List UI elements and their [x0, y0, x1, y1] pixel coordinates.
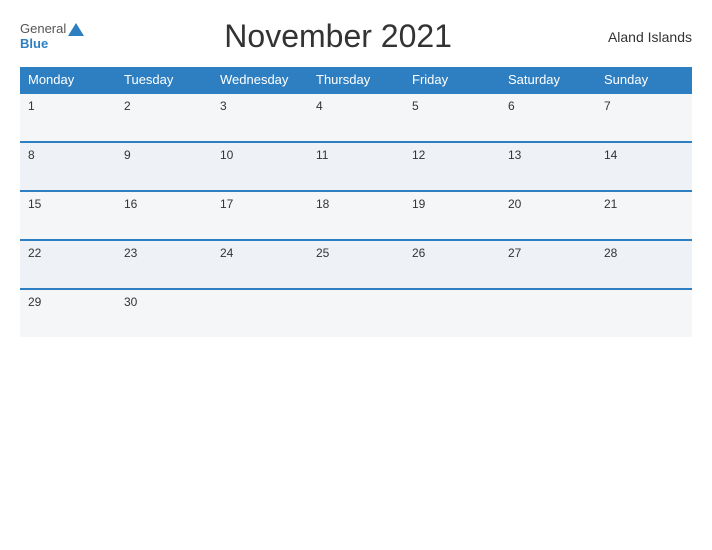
logo-blue-text: Blue — [20, 37, 84, 51]
calendar-header: General Blue November 2021 Aland Islands — [20, 18, 692, 55]
calendar-day-cell — [308, 289, 404, 337]
day-number: 6 — [508, 99, 515, 113]
day-number: 14 — [604, 148, 617, 162]
calendar-day-cell: 22 — [20, 240, 116, 289]
calendar-week-row: 22 23 24 25 26 27 28 — [20, 240, 692, 289]
day-number: 5 — [412, 99, 419, 113]
calendar-day-cell: 23 — [116, 240, 212, 289]
day-number: 2 — [124, 99, 131, 113]
day-number: 18 — [316, 197, 329, 211]
calendar-day-cell: 29 — [20, 289, 116, 337]
calendar-day-cell — [404, 289, 500, 337]
weekday-header-saturday: Saturday — [500, 67, 596, 93]
calendar-day-cell: 8 — [20, 142, 116, 191]
weekday-header-tuesday: Tuesday — [116, 67, 212, 93]
day-number: 7 — [604, 99, 611, 113]
day-number: 30 — [124, 295, 137, 309]
calendar-day-cell: 25 — [308, 240, 404, 289]
calendar-day-cell: 2 — [116, 93, 212, 142]
calendar-day-cell: 28 — [596, 240, 692, 289]
day-number: 25 — [316, 246, 329, 260]
weekday-header-row: MondayTuesdayWednesdayThursdayFridaySatu… — [20, 67, 692, 93]
day-number: 12 — [412, 148, 425, 162]
calendar-day-cell: 9 — [116, 142, 212, 191]
weekday-header-thursday: Thursday — [308, 67, 404, 93]
calendar-day-cell: 5 — [404, 93, 500, 142]
day-number: 19 — [412, 197, 425, 211]
calendar-week-row: 15 16 17 18 19 20 21 — [20, 191, 692, 240]
day-number: 4 — [316, 99, 323, 113]
day-number: 24 — [220, 246, 233, 260]
calendar-day-cell: 16 — [116, 191, 212, 240]
calendar-day-cell: 20 — [500, 191, 596, 240]
calendar-day-cell: 11 — [308, 142, 404, 191]
calendar-grid: MondayTuesdayWednesdayThursdayFridaySatu… — [20, 67, 692, 337]
calendar-day-cell: 19 — [404, 191, 500, 240]
calendar-week-row: 8 9 10 11 12 13 14 — [20, 142, 692, 191]
month-title: November 2021 — [84, 18, 592, 55]
day-number: 11 — [316, 148, 328, 162]
day-number: 3 — [220, 99, 227, 113]
calendar-day-cell — [596, 289, 692, 337]
calendar-day-cell: 1 — [20, 93, 116, 142]
logo-triangle-icon — [68, 23, 84, 36]
region-label: Aland Islands — [592, 29, 692, 45]
weekday-header-wednesday: Wednesday — [212, 67, 308, 93]
day-number: 29 — [28, 295, 41, 309]
calendar-day-cell: 10 — [212, 142, 308, 191]
weekday-header-sunday: Sunday — [596, 67, 692, 93]
day-number: 13 — [508, 148, 521, 162]
day-number: 10 — [220, 148, 233, 162]
logo: General Blue — [20, 22, 84, 51]
day-number: 28 — [604, 246, 617, 260]
calendar-week-row: 29 30 — [20, 289, 692, 337]
calendar-container: General Blue November 2021 Aland Islands… — [0, 0, 712, 550]
calendar-day-cell: 7 — [596, 93, 692, 142]
calendar-day-cell: 15 — [20, 191, 116, 240]
day-number: 16 — [124, 197, 137, 211]
day-number: 8 — [28, 148, 35, 162]
calendar-day-cell: 4 — [308, 93, 404, 142]
calendar-day-cell: 3 — [212, 93, 308, 142]
calendar-week-row: 1 2 3 4 5 6 7 — [20, 93, 692, 142]
calendar-day-cell: 17 — [212, 191, 308, 240]
day-number: 21 — [604, 197, 617, 211]
calendar-day-cell: 26 — [404, 240, 500, 289]
day-number: 9 — [124, 148, 131, 162]
day-number: 17 — [220, 197, 233, 211]
calendar-day-cell — [500, 289, 596, 337]
calendar-day-cell: 12 — [404, 142, 500, 191]
calendar-day-cell: 21 — [596, 191, 692, 240]
day-number: 23 — [124, 246, 137, 260]
day-number: 22 — [28, 246, 41, 260]
calendar-day-cell: 24 — [212, 240, 308, 289]
day-number: 26 — [412, 246, 425, 260]
calendar-day-cell: 30 — [116, 289, 212, 337]
logo-general-text: General — [20, 22, 66, 36]
calendar-day-cell — [212, 289, 308, 337]
weekday-header-monday: Monday — [20, 67, 116, 93]
calendar-day-cell: 13 — [500, 142, 596, 191]
calendar-day-cell: 6 — [500, 93, 596, 142]
day-number: 15 — [28, 197, 41, 211]
day-number: 20 — [508, 197, 521, 211]
calendar-day-cell: 14 — [596, 142, 692, 191]
day-number: 27 — [508, 246, 521, 260]
calendar-day-cell: 27 — [500, 240, 596, 289]
weekday-header-friday: Friday — [404, 67, 500, 93]
calendar-day-cell: 18 — [308, 191, 404, 240]
day-number: 1 — [28, 99, 35, 113]
